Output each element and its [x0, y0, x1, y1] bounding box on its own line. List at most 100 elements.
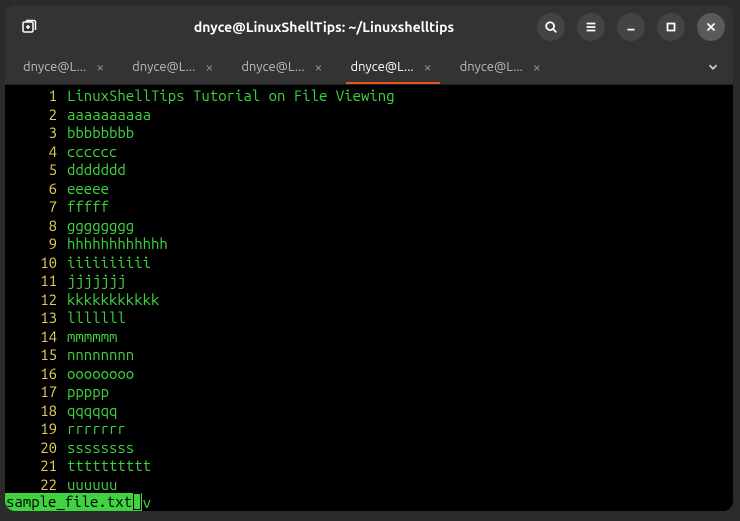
line-text: gggggggg: [67, 217, 134, 236]
file-line: 3bbbbbbbb: [5, 124, 733, 143]
line-number: 22: [5, 476, 67, 495]
tab-close-icon[interactable]: ×: [420, 59, 436, 75]
tab-1[interactable]: dnyce@L... ×: [11, 49, 120, 84]
titlebar-right: [525, 13, 725, 41]
line-text: tttttttttt: [67, 457, 151, 476]
tab-label: dnyce@L...: [23, 60, 86, 74]
line-number: 11: [5, 272, 67, 291]
file-line: 19rrrrrrr: [5, 420, 733, 439]
new-tab-icon: [21, 19, 37, 35]
line-number: 9: [5, 235, 67, 254]
line-number: 4: [5, 143, 67, 162]
file-content: 1LinuxShellTips Tutorial on File Viewing…: [5, 87, 733, 511]
search-button[interactable]: [537, 13, 565, 41]
line-text: LinuxShellTips Tutorial on File Viewing: [67, 87, 395, 106]
line-number: 3: [5, 124, 67, 143]
tab-close-icon[interactable]: ×: [310, 59, 326, 75]
line-text: ppppp: [67, 383, 109, 402]
file-line: 7fffff: [5, 198, 733, 217]
search-icon: [544, 20, 558, 34]
tab-label: dnyce@L...: [350, 60, 413, 74]
maximize-button[interactable]: [657, 13, 685, 41]
less-statusbar: sample_file.txt: [5, 493, 142, 512]
file-line: 4cccccc: [5, 143, 733, 162]
file-line: 20ssssssss: [5, 439, 733, 458]
file-line: 13lllllll: [5, 309, 733, 328]
status-filename: sample_file.txt: [6, 493, 132, 512]
hamburger-icon: [584, 20, 598, 34]
line-text: kkkkkkkkkkk: [67, 291, 159, 310]
line-text: fffff: [67, 198, 109, 217]
line-number: 18: [5, 402, 67, 421]
line-text: hhhhhhhhhhhh: [67, 235, 168, 254]
file-line: 18qqqqqq: [5, 402, 733, 421]
tab-4[interactable]: dnyce@L... ×: [338, 49, 447, 84]
line-number: 15: [5, 346, 67, 365]
line-number: 6: [5, 180, 67, 199]
menu-button[interactable]: [577, 13, 605, 41]
line-number: 16: [5, 365, 67, 384]
line-text: rrrrrrr: [67, 420, 126, 439]
tab-3[interactable]: dnyce@L... ×: [229, 49, 338, 84]
file-line: 16oooooooo: [5, 365, 733, 384]
tab-2[interactable]: dnyce@L... ×: [120, 49, 229, 84]
close-button[interactable]: [697, 13, 725, 41]
tabbar: dnyce@L... × dnyce@L... × dnyce@L... × d…: [5, 49, 733, 85]
titlebar-left: [13, 11, 123, 43]
line-text: uuuuuu: [67, 476, 117, 495]
terminal-window: dnyce@LinuxShellTips: ~/Linuxshelltips: [5, 5, 733, 511]
line-number: 21: [5, 457, 67, 476]
line-text: nnnnnnnn: [67, 346, 134, 365]
tab-close-icon[interactable]: ×: [529, 59, 545, 75]
line-number: 17: [5, 383, 67, 402]
file-line: 17ppppp: [5, 383, 733, 402]
file-line: 5ddddddd: [5, 161, 733, 180]
terminal-viewport[interactable]: 1LinuxShellTips Tutorial on File Viewing…: [5, 85, 733, 511]
minimize-button[interactable]: [617, 13, 645, 41]
line-text: ddddddd: [67, 161, 126, 180]
line-text: bbbbbbbb: [67, 124, 134, 143]
file-line: 12kkkkkkkkkkk: [5, 291, 733, 310]
file-line: 10iiiiiiiiii: [5, 254, 733, 273]
line-number: 10: [5, 254, 67, 273]
file-line: 22uuuuuu: [5, 476, 733, 495]
file-line: 6eeeee: [5, 180, 733, 199]
line-number: 19: [5, 420, 67, 439]
window-title: dnyce@LinuxShellTips: ~/Linuxshelltips: [123, 19, 525, 35]
line-text: oooooooo: [67, 365, 134, 384]
chevron-down-icon: [706, 60, 720, 74]
line-number: 2: [5, 106, 67, 125]
line-text: cccccc: [67, 143, 117, 162]
tab-label: dnyce@L...: [460, 60, 523, 74]
maximize-icon: [664, 20, 678, 34]
line-text: lllllll: [67, 309, 126, 328]
line-number: 13: [5, 309, 67, 328]
file-line: 9hhhhhhhhhhhh: [5, 235, 733, 254]
line-number: 1: [5, 87, 67, 106]
tab-label: dnyce@L...: [132, 60, 195, 74]
line-text: qqqqqq: [67, 402, 117, 421]
tab-close-icon[interactable]: ×: [201, 59, 217, 75]
line-number: 8: [5, 217, 67, 236]
tab-dropdown-button[interactable]: [699, 53, 727, 81]
file-line: 15nnnnnnnn: [5, 346, 733, 365]
line-text: eeeee: [67, 180, 109, 199]
file-line: 1LinuxShellTips Tutorial on File Viewing: [5, 87, 733, 106]
line-number: 5: [5, 161, 67, 180]
tab-close-icon[interactable]: ×: [92, 59, 108, 75]
close-icon: [704, 20, 718, 34]
file-line: 21tttttttttt: [5, 457, 733, 476]
new-tab-button[interactable]: [13, 11, 45, 43]
line-number: 12: [5, 291, 67, 310]
line-number: 14: [5, 328, 67, 347]
titlebar: dnyce@LinuxShellTips: ~/Linuxshelltips: [5, 5, 733, 49]
minimize-icon: [624, 20, 638, 34]
line-number: 7: [5, 198, 67, 217]
file-line: 2aaaaaaaaaa: [5, 106, 733, 125]
line-text: ssssssss: [67, 439, 134, 458]
file-line: 14mmmmmm: [5, 328, 733, 347]
tab-5[interactable]: dnyce@L... ×: [448, 49, 557, 84]
tab-label: dnyce@L...: [241, 60, 304, 74]
line-number: 20: [5, 439, 67, 458]
file-line: 11jjjjjjj: [5, 272, 733, 291]
